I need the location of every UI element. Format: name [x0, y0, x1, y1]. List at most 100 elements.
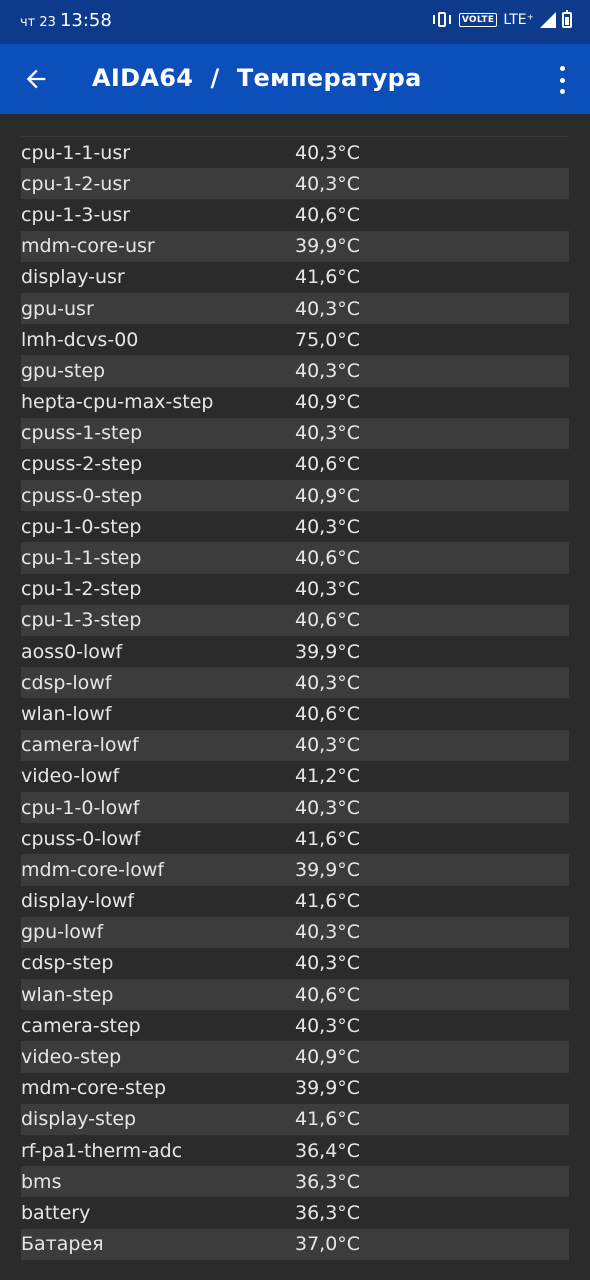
- sensor-value: 40,6°C: [295, 203, 361, 226]
- volte-badge: VOLTE: [458, 13, 498, 27]
- sensor-name: Батарея: [21, 1233, 104, 1256]
- page-title: AIDA64 / Температура: [92, 64, 422, 92]
- battery-icon: [562, 10, 572, 28]
- sensor-name: lmh-dcvs-00: [21, 328, 139, 351]
- sensor-value: 40,6°C: [295, 702, 361, 725]
- sensor-value: 40,3°C: [295, 734, 361, 757]
- table-row: display-step 41,6°C: [21, 1103, 569, 1135]
- sensor-name: cpu-1-1-usr: [21, 141, 131, 164]
- sensor-name: cdsp-lowf: [21, 671, 112, 694]
- table-row: Батарея 37,0°C: [21, 1228, 569, 1260]
- sensor-value: 40,3°C: [295, 297, 361, 320]
- sensor-value: 40,3°C: [295, 359, 361, 382]
- table-row: camera-lowf 40,3°C: [21, 729, 569, 761]
- sensor-value: 40,3°C: [295, 515, 361, 538]
- table-row: gpu-usr 40,3°C: [21, 292, 569, 325]
- sensor-value: 41,6°C: [295, 1108, 361, 1131]
- sensor-name: video-step: [21, 1046, 122, 1069]
- sensor-name: cpu-1-2-step: [21, 578, 142, 601]
- sensor-value: 41,6°C: [295, 890, 361, 913]
- sensor-value: 41,6°C: [295, 266, 361, 289]
- back-button[interactable]: [22, 65, 50, 93]
- sensor-value: 40,3°C: [295, 578, 361, 601]
- sensor-name: cpu-1-1-step: [21, 547, 142, 570]
- sensor-name: wlan-step: [21, 983, 114, 1006]
- status-clock: чт 23 13:58: [20, 10, 112, 31]
- sensor-value: 40,3°C: [295, 952, 361, 975]
- network-type: LTE⁺: [503, 12, 534, 28]
- table-row: camera-step 40,3°C: [21, 1010, 569, 1041]
- table-row: mdm-core-usr 39,9°C: [21, 230, 569, 262]
- sensor-name: gpu-lowf: [21, 921, 104, 944]
- table-row: wlan-step 40,6°C: [21, 979, 569, 1011]
- sensor-name: battery: [21, 1201, 91, 1224]
- table-row: cpu-1-0-lowf 40,3°C: [21, 791, 569, 824]
- sensor-value: 37,0°C: [295, 1233, 361, 1256]
- vibrate-icon: [431, 10, 453, 30]
- sensor-name: display-step: [21, 1108, 137, 1131]
- sensor-value: 40,6°C: [295, 609, 361, 632]
- sensor-value: 39,9°C: [295, 640, 361, 663]
- sensor-name: display-usr: [21, 266, 125, 289]
- sensor-name: hepta-cpu-max-step: [21, 391, 214, 414]
- sensor-name: display-lowf: [21, 890, 135, 913]
- sensor-name: mdm-core-lowf: [21, 858, 165, 881]
- sensor-value: 40,9°C: [295, 391, 361, 414]
- table-row: cpu-1-3-usr 40,6°C: [21, 199, 569, 230]
- sensor-value: 39,9°C: [295, 235, 361, 258]
- table-row: cpu-1-3-step 40,6°C: [21, 604, 569, 636]
- status-icons: VOLTE LTE⁺: [431, 10, 572, 30]
- sensor-name: camera-lowf: [21, 734, 139, 757]
- sensor-value: 40,9°C: [295, 484, 361, 507]
- sensor-value: 40,3°C: [295, 671, 361, 694]
- status-day: чт 23: [20, 15, 56, 30]
- more-vert-icon: [559, 66, 565, 71]
- sensor-name: camera-step: [21, 1014, 141, 1037]
- table-row: aoss0-lowf 39,9°C: [21, 636, 569, 667]
- sensor-value: 40,6°C: [295, 983, 361, 1006]
- sensor-value: 41,6°C: [295, 827, 361, 850]
- table-row: cdsp-step 40,3°C: [21, 948, 569, 979]
- table-row: cpuss-0-lowf 41,6°C: [21, 823, 569, 854]
- sensor-name: mdm-core-step: [21, 1077, 167, 1100]
- table-row: mdm-core-lowf 39,9°C: [21, 854, 569, 886]
- arrow-left-icon: [26, 69, 46, 89]
- table-row: cpu-1-2-usr 40,3°C: [21, 168, 569, 200]
- sensor-name: rf-pa1-therm-adc: [21, 1139, 183, 1162]
- table-row: cpu-1-1-step 40,6°C: [21, 542, 569, 574]
- table-row: wlan-lowf 40,6°C: [21, 698, 569, 729]
- signal-icon: [540, 12, 556, 28]
- table-row: gpu-step 40,3°C: [21, 355, 569, 387]
- sensor-value: 39,9°C: [295, 858, 361, 881]
- table-row: hepta-cpu-max-step 40,9°C: [21, 387, 569, 418]
- status-bar: чт 23 13:58 VOLTE LTE⁺: [0, 0, 590, 44]
- sensor-name: cpuss-0-lowf: [21, 827, 141, 850]
- table-row: video-lowf 41,2°C: [21, 761, 569, 792]
- sensor-name: cpuss-2-step: [21, 453, 143, 476]
- more-options-button[interactable]: [552, 66, 572, 94]
- table-row: rf-pa1-therm-adc 36,4°C: [21, 1135, 569, 1166]
- sensor-value: 40,3°C: [295, 1014, 361, 1037]
- sensor-name: cdsp-step: [21, 952, 114, 975]
- table-row: mdm-core-step 39,9°C: [21, 1073, 569, 1104]
- sensor-name: cpuss-1-step: [21, 422, 143, 445]
- sensor-name: bms: [21, 1170, 62, 1193]
- sensor-name: wlan-lowf: [21, 702, 112, 725]
- sensor-name: cpu-1-3-usr: [21, 203, 131, 226]
- sensor-value: 75,0°C: [295, 328, 361, 351]
- table-row: cdsp-lowf 40,3°C: [21, 667, 569, 699]
- sensor-value: 41,2°C: [295, 765, 361, 788]
- sensor-name: cpuss-0-step: [21, 484, 143, 507]
- sensor-name: gpu-usr: [21, 297, 94, 320]
- sensor-list: cpu-1-1-usr 40,3°C cpu-1-2-usr 40,3°C cpu-1-…: [21, 137, 569, 1260]
- table-row: battery 36,3°C: [21, 1197, 569, 1228]
- sensor-value: 40,6°C: [295, 547, 361, 570]
- sensor-name: mdm-core-usr: [21, 235, 155, 258]
- table-row: cpuss-1-step 40,3°C: [21, 417, 569, 449]
- sensor-value: 40,3°C: [295, 141, 361, 164]
- sensor-value: 39,9°C: [295, 1077, 361, 1100]
- sensor-name: cpu-1-0-lowf: [21, 796, 140, 819]
- table-row: cpuss-0-step 40,9°C: [21, 480, 569, 512]
- sensor-value: 40,9°C: [295, 1046, 361, 1069]
- sensor-name: cpu-1-2-usr: [21, 172, 131, 195]
